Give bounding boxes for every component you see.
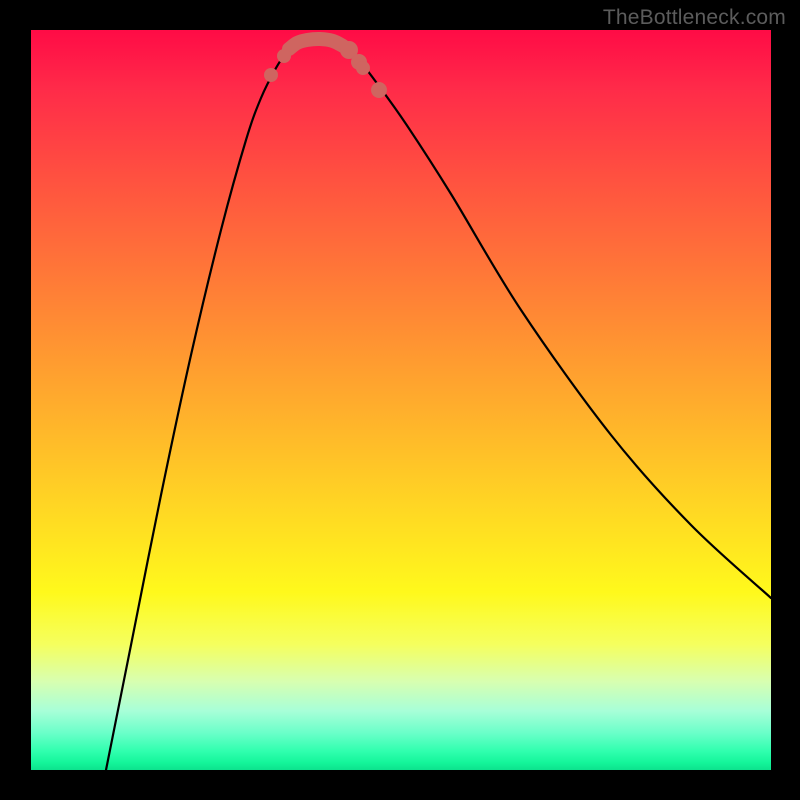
marker-dot xyxy=(356,61,370,75)
marker-dot xyxy=(277,49,291,63)
marker-group xyxy=(264,41,387,98)
marker-dot xyxy=(371,82,387,98)
chart-plot-area xyxy=(31,30,771,770)
marker-dot xyxy=(264,68,278,82)
chart-svg xyxy=(31,30,771,770)
watermark-text: TheBottleneck.com xyxy=(603,6,786,30)
valley-highlight-segment xyxy=(289,39,343,49)
curve-left-branch xyxy=(106,38,346,770)
curve-right-branch xyxy=(345,43,771,598)
